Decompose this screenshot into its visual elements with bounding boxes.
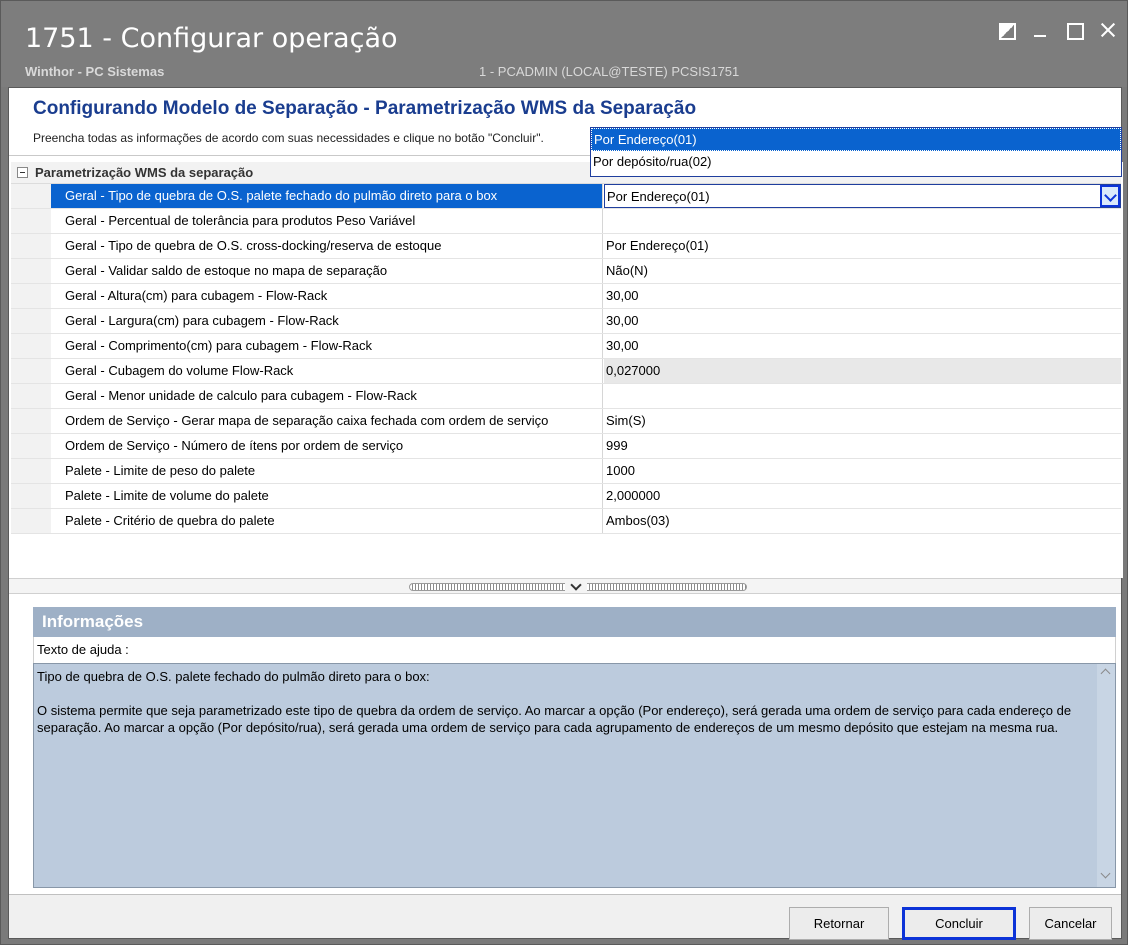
- property-row[interactable]: Palete - Limite de volume do palete 2,00…: [11, 484, 1121, 509]
- property-value[interactable]: Ambos(03): [604, 509, 1121, 533]
- scroll-up-icon[interactable]: [1100, 668, 1111, 679]
- help-paragraph: O sistema permite que seja parametrizado…: [37, 703, 1072, 735]
- combo-value[interactable]: Por Endereço(01): [607, 189, 710, 204]
- property-row[interactable]: Geral - Tipo de quebra de O.S. palete fe…: [11, 184, 1121, 209]
- window-title: 1751 - Configurar operação: [25, 23, 398, 54]
- title-bar[interactable]: 1751 - Configurar operação Winthor - PC …: [1, 1, 1127, 87]
- property-name[interactable]: Palete - Limite de volume do palete: [51, 484, 603, 508]
- property-name[interactable]: Ordem de Serviço - Número de ítens por o…: [51, 434, 603, 458]
- dropdown-list[interactable]: Por Endereço(01) Por depósito/rua(02): [590, 127, 1122, 177]
- property-row[interactable]: Geral - Tipo de quebra de O.S. cross-doc…: [11, 234, 1121, 259]
- property-value[interactable]: 2,000000: [604, 484, 1121, 508]
- property-name[interactable]: Geral - Largura(cm) para cubagem - Flow-…: [51, 309, 603, 333]
- property-name[interactable]: Geral - Cubagem do volume Flow-Rack: [51, 359, 603, 383]
- property-value[interactable]: 1000: [604, 459, 1121, 483]
- help-label: Texto de ajuda :: [33, 637, 1116, 663]
- property-row[interactable]: Geral - Altura(cm) para cubagem - Flow-R…: [11, 284, 1121, 309]
- property-row[interactable]: Geral - Largura(cm) para cubagem - Flow-…: [11, 309, 1121, 334]
- window-controls: [997, 21, 1117, 40]
- property-value[interactable]: 30,00: [604, 309, 1121, 333]
- property-row[interactable]: Geral - Cubagem do volume Flow-Rack 0,02…: [11, 359, 1121, 384]
- property-value[interactable]: [604, 209, 1121, 233]
- property-value[interactable]: Sim(S): [604, 409, 1121, 433]
- property-value-combo[interactable]: Por Endereço(01): [604, 184, 1121, 208]
- dropdown-option[interactable]: Por depósito/rua(02): [591, 151, 1121, 174]
- property-row[interactable]: Palete - Limite de peso do palete 1000: [11, 459, 1121, 484]
- splitter-chevron-icon[interactable]: [565, 580, 587, 593]
- main-window: 1751 - Configurar operação Winthor - PC …: [0, 0, 1128, 945]
- retornar-button[interactable]: Retornar: [789, 907, 889, 940]
- property-row[interactable]: Ordem de Serviço - Gerar mapa de separaç…: [11, 409, 1121, 434]
- property-name[interactable]: Palete - Limite de peso do palete: [51, 459, 603, 483]
- property-name[interactable]: Geral - Validar saldo de estoque no mapa…: [51, 259, 603, 283]
- dropdown-arrow-icon[interactable]: [1100, 185, 1120, 207]
- help-paragraph: Tipo de quebra de O.S. palete fechado do…: [37, 669, 430, 684]
- help-scrollbar[interactable]: [1097, 664, 1115, 887]
- property-value[interactable]: Não(N): [604, 259, 1121, 283]
- dropdown-option[interactable]: Por Endereço(01): [591, 128, 1121, 151]
- property-name[interactable]: Geral - Tipo de quebra de O.S. palete fe…: [51, 184, 603, 208]
- property-value[interactable]: 30,00: [604, 284, 1121, 308]
- property-name[interactable]: Palete - Critério de quebra do palete: [51, 509, 603, 533]
- session-info: 1 - PCADMIN (LOCAL@TESTE) PCSIS1751: [479, 64, 740, 79]
- property-row[interactable]: Palete - Critério de quebra do palete Am…: [11, 509, 1121, 534]
- property-name[interactable]: Geral - Menor unidade de calculo para cu…: [51, 384, 603, 408]
- property-row[interactable]: Geral - Menor unidade de calculo para cu…: [11, 384, 1121, 409]
- wizard-content: Configurando Modelo de Separação - Param…: [8, 87, 1123, 940]
- minimize-icon[interactable]: [1031, 21, 1049, 39]
- property-row[interactable]: Geral - Percentual de tolerância para pr…: [11, 209, 1121, 234]
- property-row[interactable]: Ordem de Serviço - Número de ítens por o…: [11, 434, 1121, 459]
- property-grid: Parametrização WMS da separação Geral - …: [11, 162, 1123, 578]
- property-name[interactable]: Ordem de Serviço - Gerar mapa de separaç…: [51, 409, 603, 433]
- property-value[interactable]: [604, 384, 1121, 408]
- help-text: Tipo de quebra de O.S. palete fechado do…: [37, 668, 1087, 753]
- concluir-button[interactable]: Concluir: [902, 907, 1016, 940]
- property-row[interactable]: Geral - Comprimento(cm) para cubagem - F…: [11, 334, 1121, 359]
- collapse-icon[interactable]: [17, 167, 28, 178]
- category-label: Parametrização WMS da separação: [35, 165, 254, 180]
- wizard-title: Configurando Modelo de Separação - Param…: [33, 98, 697, 119]
- info-panel: Informações Texto de ajuda : Tipo de que…: [33, 607, 1116, 888]
- splitter[interactable]: [9, 578, 1121, 594]
- property-name[interactable]: Geral - Percentual de tolerância para pr…: [51, 209, 603, 233]
- app-name: Winthor - PC Sistemas: [25, 64, 165, 79]
- property-value[interactable]: Por Endereço(01): [604, 234, 1121, 258]
- property-row[interactable]: Geral - Validar saldo de estoque no mapa…: [11, 259, 1121, 284]
- scroll-down-icon[interactable]: [1100, 868, 1111, 879]
- property-value[interactable]: 30,00: [604, 334, 1121, 358]
- property-value-readonly: 0,027000: [604, 359, 1121, 383]
- property-name[interactable]: Geral - Comprimento(cm) para cubagem - F…: [51, 334, 603, 358]
- maximize-icon[interactable]: [1065, 21, 1084, 40]
- info-header: Informações: [33, 607, 1116, 637]
- help-text-box[interactable]: Tipo de quebra de O.S. palete fechado do…: [33, 663, 1116, 888]
- button-bar: Retornar Concluir Cancelar: [9, 894, 1121, 940]
- property-name[interactable]: Geral - Altura(cm) para cubagem - Flow-R…: [51, 284, 603, 308]
- cancelar-button[interactable]: Cancelar: [1029, 907, 1112, 940]
- wizard-description: Preencha todas as informações de acordo …: [33, 131, 544, 145]
- close-icon[interactable]: [1099, 21, 1117, 39]
- restore-icon[interactable]: [997, 21, 1016, 40]
- property-name[interactable]: Geral - Tipo de quebra de O.S. cross-doc…: [51, 234, 603, 258]
- property-value[interactable]: 999: [604, 434, 1121, 458]
